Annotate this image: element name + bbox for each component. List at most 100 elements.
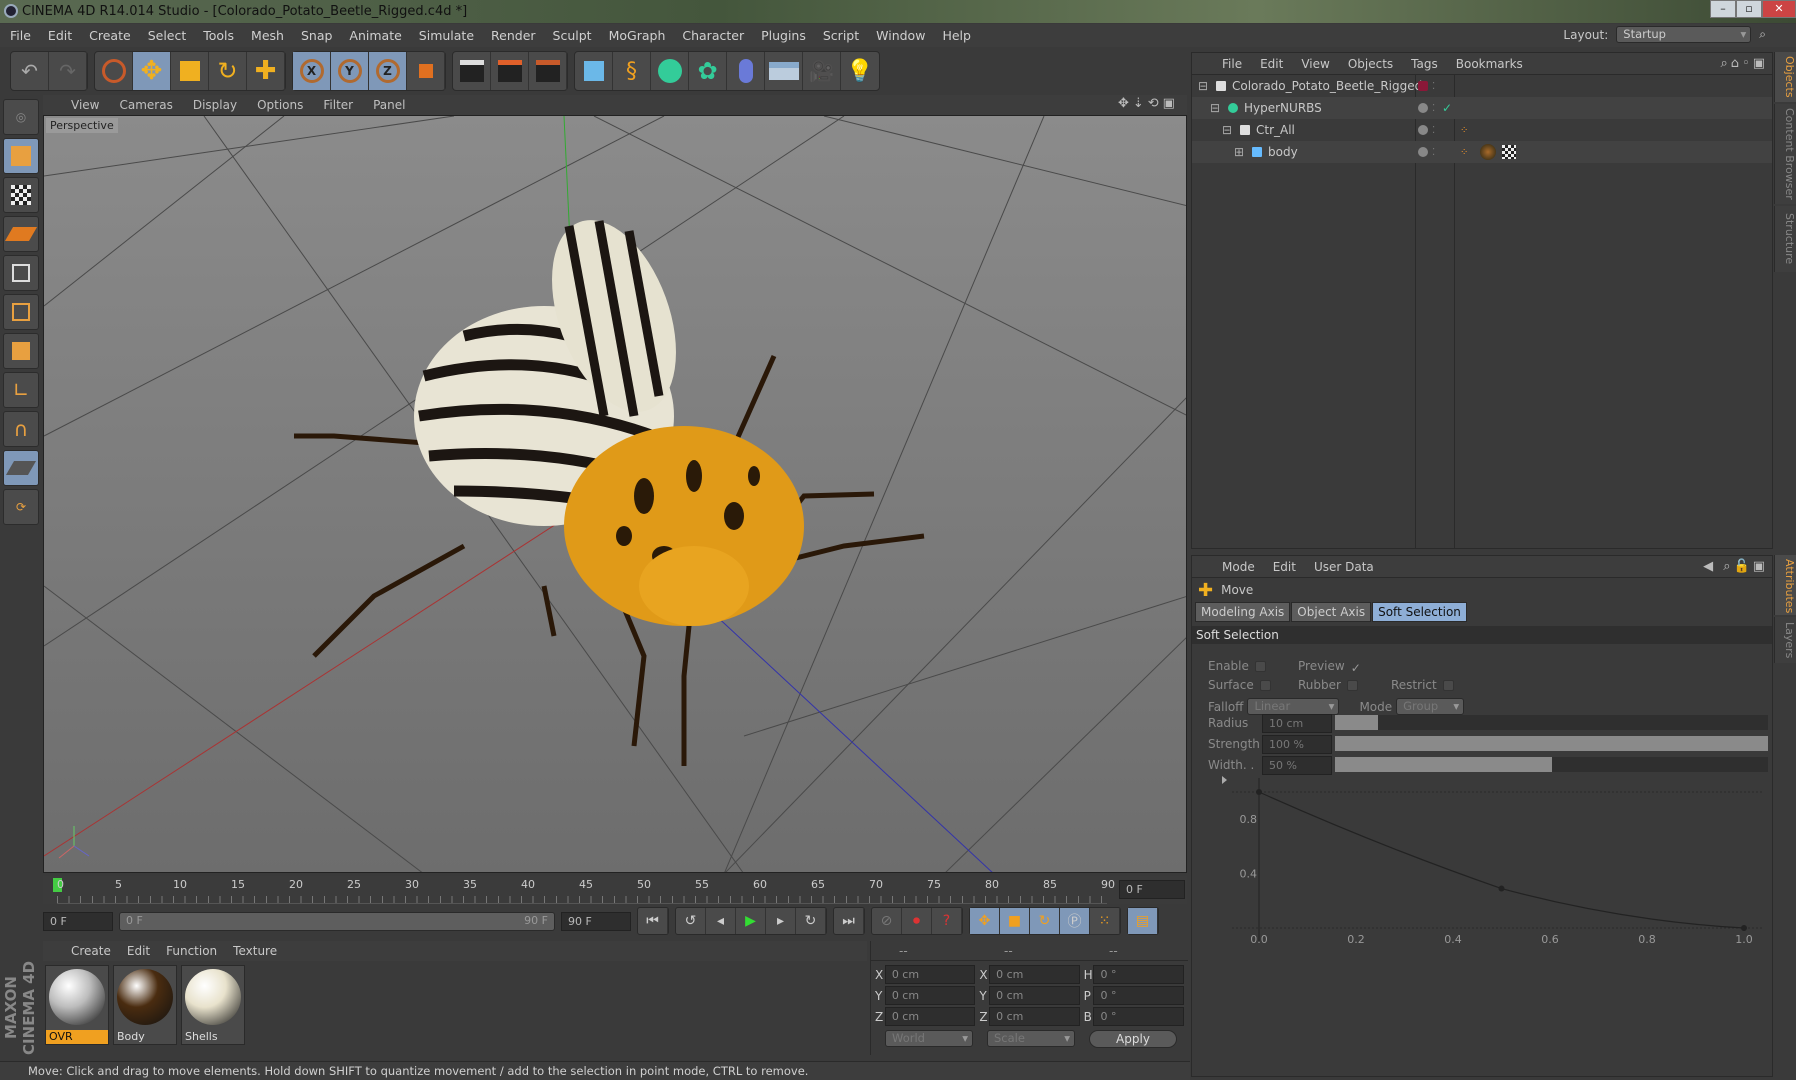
menu-render[interactable]: Render: [491, 28, 536, 43]
menu-window[interactable]: Window: [876, 28, 925, 43]
recent-tool-button[interactable]: ✚: [247, 52, 285, 90]
render-picture-viewer-button[interactable]: [491, 52, 529, 90]
viewport-menu-options[interactable]: Options: [257, 98, 303, 112]
coordinate-field[interactable]: 0 cm: [884, 1007, 976, 1026]
enabled-check-icon[interactable]: ✓: [1442, 101, 1452, 115]
play-button[interactable]: ▶: [736, 908, 766, 934]
apply-button[interactable]: Apply: [1089, 1030, 1177, 1048]
add-light-button[interactable]: 💡: [841, 52, 879, 90]
surface-checkbox[interactable]: [1259, 680, 1271, 691]
attribute-nav-icons[interactable]: ◀ ⌕🔓▣: [1703, 559, 1768, 574]
z-axis-lock-button[interactable]: Z: [369, 52, 407, 90]
render-settings-button[interactable]: [529, 52, 567, 90]
layout-dropdown[interactable]: Startup: [1616, 26, 1752, 43]
coordinate-mode-dropdown[interactable]: Scale: [987, 1030, 1075, 1047]
add-nurbs-button[interactable]: [651, 52, 689, 90]
render-visibility-dots-icon[interactable]: ⁚: [1432, 81, 1435, 92]
current-frame-field[interactable]: 0 F: [1119, 880, 1185, 899]
visibility-dot-icon[interactable]: [1418, 125, 1428, 135]
locked-workplane-button[interactable]: [3, 450, 39, 486]
material-menu-texture[interactable]: Texture: [233, 944, 277, 958]
material-swatch[interactable]: Shells: [181, 965, 245, 1045]
radius-slider[interactable]: [1335, 715, 1768, 730]
attributes-menu-user-data[interactable]: User Data: [1314, 560, 1374, 574]
key-point-level-button[interactable]: ⁙: [1090, 908, 1120, 934]
attributes-menu-edit[interactable]: Edit: [1273, 560, 1296, 574]
planar-workplane-button[interactable]: ⟳: [3, 489, 39, 525]
next-frame-button[interactable]: ▸: [766, 908, 796, 934]
radius-field[interactable]: 10 cm: [1262, 714, 1332, 733]
viewport-3d[interactable]: Perspective: [43, 115, 1187, 873]
previous-key-button[interactable]: ↺: [676, 908, 706, 934]
menu-tools[interactable]: Tools: [203, 28, 234, 43]
objects-menu-edit[interactable]: Edit: [1260, 57, 1283, 71]
record-keys-button[interactable]: ⊘: [872, 908, 902, 934]
points-mode-button[interactable]: [3, 255, 39, 291]
key-rotation-button[interactable]: ↻: [1030, 908, 1060, 934]
render-visibility-dots-icon[interactable]: ⁚: [1432, 125, 1435, 136]
rubber-checkbox[interactable]: [1346, 680, 1358, 691]
strength-slider[interactable]: [1335, 736, 1768, 751]
material-swatch[interactable]: OVR: [45, 965, 109, 1045]
minimize-button[interactable]: –: [1710, 0, 1736, 18]
menu-script[interactable]: Script: [823, 28, 859, 43]
keyframe-selection-button[interactable]: ?: [932, 908, 962, 934]
falloff-dropdown[interactable]: Linear: [1247, 698, 1340, 715]
tab-content-browser[interactable]: Content Browser: [1774, 104, 1796, 204]
key-parameter-button[interactable]: Ⓟ: [1060, 908, 1090, 934]
tab-object-axis[interactable]: Object Axis: [1291, 602, 1372, 622]
coordinate-field[interactable]: 0 cm: [989, 986, 1080, 1005]
menu-mograph[interactable]: MoGraph: [609, 28, 666, 43]
edges-mode-button[interactable]: [3, 294, 39, 330]
expand-toggle-icon[interactable]: ⊞: [1234, 145, 1248, 159]
object-row[interactable]: ⊟ HyperNURBS ⁚ ✓: [1192, 97, 1772, 119]
menu-character[interactable]: Character: [682, 28, 744, 43]
coordinate-field[interactable]: 0 cm: [884, 965, 976, 984]
preview-checkbox[interactable]: ✓: [1351, 661, 1361, 675]
width-field[interactable]: 50 %: [1262, 756, 1332, 775]
menu-plugins[interactable]: Plugins: [761, 28, 806, 43]
tab-modeling-axis[interactable]: Modeling Axis: [1195, 602, 1291, 622]
model-mode-button[interactable]: [3, 138, 39, 174]
add-floor-button[interactable]: [765, 52, 803, 90]
expand-toggle-icon[interactable]: ⊟: [1210, 101, 1224, 115]
viewport-nav-icons[interactable]: ✥⇣⟲▣: [1118, 96, 1179, 111]
start-frame-field[interactable]: 0 F: [43, 911, 113, 931]
go-to-start-button[interactable]: ⏮: [638, 908, 668, 934]
menu-select[interactable]: Select: [148, 28, 187, 43]
coordinate-field[interactable]: 0 cm: [989, 1007, 1080, 1026]
render-view-button[interactable]: [453, 52, 491, 90]
coordinate-field[interactable]: 0 cm: [884, 986, 976, 1005]
coordinate-space-dropdown[interactable]: World: [885, 1030, 973, 1047]
visibility-dot-icon[interactable]: [1418, 103, 1428, 113]
objects-menu-tags[interactable]: Tags: [1411, 57, 1438, 71]
redo-button[interactable]: ↷: [49, 52, 87, 90]
tab-attributes[interactable]: Attributes: [1774, 555, 1796, 615]
coordinate-system-button[interactable]: [407, 52, 445, 90]
rotate-tool-button[interactable]: ↻: [209, 52, 247, 90]
x-axis-lock-button[interactable]: X: [293, 52, 331, 90]
tab-soft-selection[interactable]: Soft Selection: [1372, 602, 1467, 622]
coordinate-field[interactable]: 0 °: [1093, 965, 1184, 984]
constraint-tag-icon[interactable]: ⁘: [1460, 125, 1468, 136]
viewport-menu-cameras[interactable]: Cameras: [119, 98, 172, 112]
layer-color-swatch[interactable]: [1418, 81, 1428, 91]
material-menu-edit[interactable]: Edit: [127, 944, 150, 958]
menu-simulate[interactable]: Simulate: [419, 28, 474, 43]
expand-toggle-icon[interactable]: ⊟: [1222, 123, 1236, 137]
timeline-scheme-button[interactable]: ▤: [1128, 908, 1158, 934]
add-cube-button[interactable]: [575, 52, 613, 90]
tab-structure[interactable]: Structure: [1774, 206, 1796, 272]
objects-menu-objects[interactable]: Objects: [1348, 57, 1393, 71]
object-row[interactable]: ⊟ Ctr_All ⁚ ⁘: [1192, 119, 1772, 141]
move-tool-button[interactable]: ✥: [133, 52, 171, 90]
menu-create[interactable]: Create: [89, 28, 131, 43]
coordinate-field[interactable]: 0 °: [1093, 1007, 1184, 1026]
undo-button[interactable]: ↶: [11, 52, 49, 90]
close-button[interactable]: ✕: [1762, 0, 1796, 18]
timeline-ruler[interactable]: 0 5 10 15 20 25 30 35 40 45 50 55 60 65 70 75 80 85 90 0 F: [43, 876, 1187, 904]
key-scale-button[interactable]: ■: [1000, 908, 1030, 934]
add-spline-button[interactable]: §: [613, 52, 651, 90]
go-to-end-button[interactable]: ⏭: [834, 908, 864, 934]
frame-range-slider[interactable]: 0 F 90 F: [119, 911, 555, 931]
